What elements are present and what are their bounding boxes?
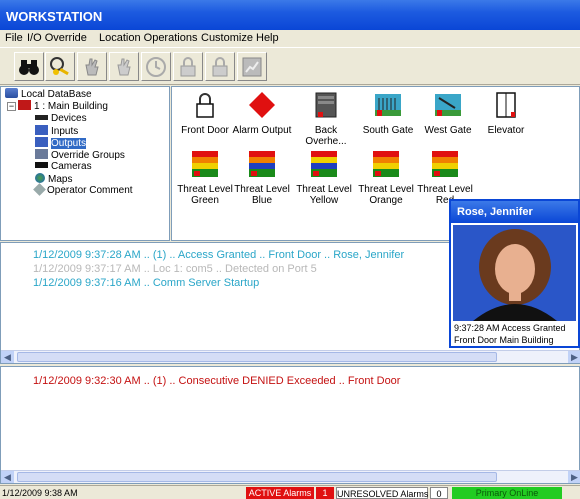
input-icon (35, 125, 48, 135)
tree-item-devices[interactable]: Devices (35, 113, 87, 125)
tree-root[interactable]: Local DataBase (5, 88, 92, 100)
alarm-log: 1/12/2009 9:32:30 AM .. (1) .. Consecuti… (0, 366, 580, 484)
chart-icon (242, 57, 262, 76)
tree-item-cameras[interactable]: Cameras (35, 161, 92, 173)
output-west-gate[interactable]: West Gate (417, 90, 479, 136)
binoculars-button[interactable] (14, 52, 44, 81)
tree-item-operator-comment[interactable]: Operator Comment (33, 183, 133, 197)
event-log-line[interactable]: 1/12/2009 9:37:16 AM .. Comm Server Star… (33, 277, 259, 289)
building-icon (18, 100, 31, 110)
threat-level-icon (373, 151, 399, 177)
menu-file[interactable]: File (5, 32, 23, 44)
menu-customize[interactable]: Customize (201, 32, 253, 44)
scroll-left-icon[interactable]: ◀ (1, 351, 14, 363)
cardholder-photo (453, 225, 576, 321)
output-threat-level-green[interactable]: Threat Level Green (174, 149, 236, 206)
comment-icon (33, 183, 46, 196)
padlock-icon (196, 93, 214, 118)
output-front-door[interactable]: Front Door (174, 90, 236, 136)
alarm-acknowledge-button[interactable] (77, 52, 107, 81)
lock-button[interactable] (173, 52, 203, 81)
unlock-button[interactable] (205, 52, 235, 81)
clock-icon (146, 56, 166, 77)
output-threat-level-red[interactable]: Threat Level Red (414, 149, 476, 206)
menu-io-override[interactable]: I/O Override (27, 32, 87, 44)
popup-event-line: 9:37:28 AM Access Granted (454, 323, 566, 333)
scroll-thumb[interactable] (17, 352, 497, 362)
threat-level-icon (192, 151, 218, 177)
red-diamond-icon (249, 92, 275, 118)
lock-disabled-icon (212, 56, 228, 76)
tree-item-outputs[interactable]: Outputs (35, 137, 87, 149)
scroll-left-icon[interactable]: ◀ (1, 471, 14, 483)
status-bar: 1/12/2009 9:38 AM ACTIVE Alarms 1 UNRESO… (0, 485, 580, 499)
override-groups-icon (35, 149, 48, 159)
output-icon (35, 137, 48, 147)
popup-location-line: Front Door Main Building (454, 335, 554, 345)
alarm-resolve-button[interactable] (109, 52, 139, 81)
alarm-hand-icon (85, 58, 99, 75)
database-tree: Local DataBase −1 : Main Building Device… (0, 86, 170, 241)
report-button[interactable] (237, 52, 267, 81)
threat-level-icon (249, 151, 275, 177)
gate-icon (435, 94, 461, 116)
popup-title: Rose, Jennifer (451, 201, 578, 223)
event-log-line[interactable]: 1/12/2009 9:37:28 AM .. (1) .. Access Gr… (33, 249, 404, 261)
elevator-icon (496, 92, 516, 118)
cardholder-popup[interactable]: Rose, Jennifer 9:37:28 AM Access Granted… (449, 199, 580, 348)
menu-bar: File I/O Override Location Operations Cu… (0, 30, 580, 47)
menu-location-operations[interactable]: Location Operations (99, 32, 197, 44)
output-threat-level-yellow[interactable]: Threat Level Yellow (293, 149, 355, 206)
tree-item-inputs[interactable]: Inputs (35, 125, 78, 137)
alarm-hand-disabled-icon (117, 58, 131, 75)
gate-icon (375, 94, 401, 116)
event-log-line[interactable]: 1/12/2009 9:37:17 AM .. Loc 1: com5 .. D… (33, 263, 317, 275)
status-datetime: 1/12/2009 9:38 AM (2, 488, 78, 498)
menu-help[interactable]: Help (256, 32, 279, 44)
key-search-icon (50, 56, 69, 75)
unresolved-alarms-label[interactable]: UNRESOLVED Alarms (336, 487, 428, 499)
camera-icon (35, 162, 48, 168)
toolbar (0, 47, 580, 85)
binoculars-icon (19, 59, 39, 75)
threat-level-icon (432, 151, 458, 177)
person-photo-icon (453, 225, 576, 321)
schedule-button[interactable] (141, 52, 171, 81)
output-back-overhead[interactable]: Back Overhe... (295, 90, 357, 147)
active-alarms-label[interactable]: ACTIVE Alarms (246, 487, 314, 499)
device-icon (35, 115, 48, 120)
key-search-button[interactable] (45, 52, 75, 81)
active-alarms-count[interactable]: 1 (316, 487, 334, 499)
tree-building[interactable]: −1 : Main Building (7, 100, 108, 112)
overhead-door-icon (315, 92, 337, 118)
tree-item-override-groups[interactable]: Override Groups (35, 149, 125, 161)
database-icon (5, 88, 18, 98)
window-title: WORKSTATION (6, 9, 103, 24)
threat-level-icon (311, 151, 337, 177)
lock-icon (180, 56, 196, 76)
tree-item-maps[interactable]: Maps (35, 173, 72, 185)
unresolved-alarms-count[interactable]: 0 (430, 487, 448, 499)
output-elevator[interactable]: Elevator (475, 90, 537, 136)
horizontal-scrollbar[interactable]: ◀ ▶ (1, 470, 580, 483)
output-alarm-output[interactable]: Alarm Output (231, 90, 293, 136)
collapse-icon[interactable]: − (7, 102, 16, 111)
scroll-right-icon[interactable]: ▶ (568, 351, 580, 363)
horizontal-scrollbar[interactable]: ◀ ▶ (1, 350, 580, 363)
output-south-gate[interactable]: South Gate (357, 90, 419, 136)
title-bar: WORKSTATION (0, 0, 580, 30)
output-threat-level-blue[interactable]: Threat Level Blue (231, 149, 293, 206)
alarm-log-line[interactable]: 1/12/2009 9:32:30 AM .. (1) .. Consecuti… (33, 375, 400, 387)
scroll-right-icon[interactable]: ▶ (568, 471, 580, 483)
connection-status-badge: Primary OnLine (452, 487, 562, 499)
output-threat-level-orange[interactable]: Threat Level Orange (355, 149, 417, 206)
globe-icon (35, 173, 45, 183)
scroll-thumb[interactable] (17, 472, 497, 482)
